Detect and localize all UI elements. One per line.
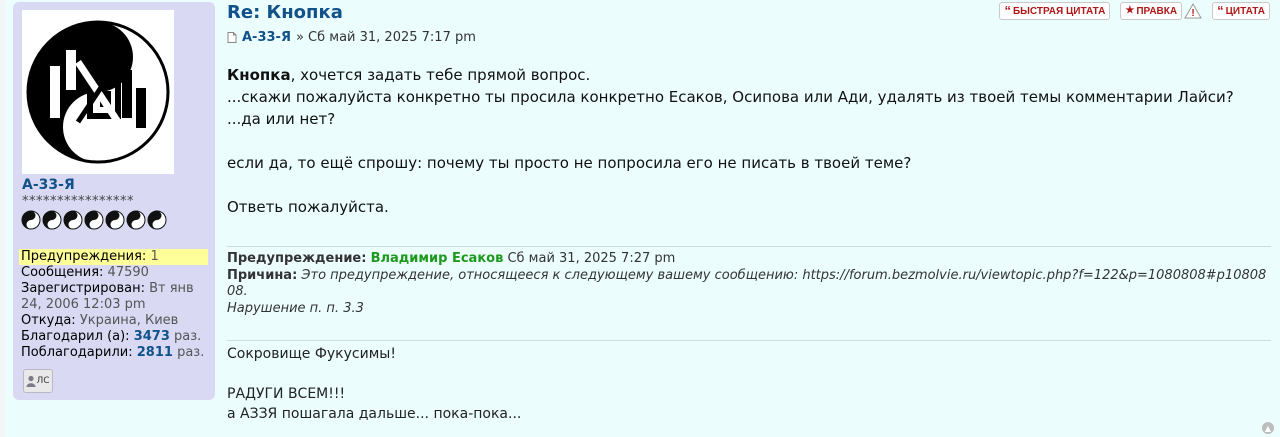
messages-value[interactable]: 47590 <box>108 265 149 280</box>
pm-label: ЛС <box>36 376 50 386</box>
post-content: Кнопка, хочется задать тебе прямой вопро… <box>227 64 1267 218</box>
yin-yang-icon <box>147 210 167 230</box>
avatar-image <box>22 10 174 174</box>
edit-button[interactable]: ★ ПРАВКА <box>1120 2 1183 20</box>
yin-yang-icon <box>63 210 83 230</box>
post-meta: А-33-Я » Сб май 31, 2025 7:17 pm <box>227 30 476 45</box>
signature-divider <box>227 340 1271 341</box>
profile-registered: Зарегистрирован: Вт янв 24, 2006 12:03 p… <box>21 281 211 313</box>
back-to-top-icon[interactable]: ▲ <box>1262 422 1274 434</box>
registered-label: Зарегистрирован: <box>21 281 145 296</box>
thanked-value[interactable]: 3473 <box>134 329 170 344</box>
profile-thanked: Благодарил (а): 3473 раз. <box>21 329 211 345</box>
yin-yang-icon <box>126 210 146 230</box>
yin-yang-icon <box>42 210 62 230</box>
quote-button[interactable]: “ ЦИТАТА <box>1212 2 1270 20</box>
messages-label: Сообщения: <box>21 265 104 280</box>
rank-icons <box>21 210 168 232</box>
quote-label: ЦИТАТА <box>1225 5 1265 17</box>
post-title[interactable]: Re: Кнопка <box>227 2 343 23</box>
post-author[interactable]: А-33-Я <box>242 30 291 45</box>
yin-yang-icon <box>105 210 125 230</box>
edit-label: ПРАВКА <box>1136 5 1178 17</box>
thanked-by-label: Поблагодарили: <box>21 345 133 360</box>
reason-label: Причина: <box>227 267 298 283</box>
thanked-suffix: раз. <box>174 329 202 344</box>
reason-text: Это предупреждение, относящееся к следую… <box>227 267 1267 300</box>
post-link-icon[interactable] <box>227 32 237 43</box>
content-line-1-rest: , хочется задать тебе прямой вопрос. <box>290 66 591 84</box>
thanked-by-suffix: раз. <box>177 345 205 360</box>
edit-group: ★ ПРАВКА ! <box>1120 2 1202 20</box>
warnings-value: 1 <box>150 249 159 264</box>
profile-from: Откуда: Украина, Киев <box>21 313 211 329</box>
content-line-1: Кнопка, хочется задать тебе прямой вопро… <box>227 64 1267 86</box>
content-line-2: ...скажи пожалуйста конкретно ты просила… <box>227 88 1234 106</box>
signature-line-2: РАДУГИ ВСЕМ!!! <box>227 386 346 402</box>
warning-reason: Причина: Это предупреждение, относящееся… <box>227 268 1267 301</box>
yin-yang-icon <box>84 210 104 230</box>
star-icon: ★ <box>1125 5 1135 16</box>
signature: Сокровище Фукусимы! РАДУГИ ВСЕМ!!! а АЗЗ… <box>227 344 1267 424</box>
svg-text:!: ! <box>1191 8 1194 19</box>
warning-label: Предупреждение: <box>227 251 367 266</box>
profile-thanked-by: Поблагодарили: 2811 раз. <box>21 345 211 361</box>
quick-quote-label: БЫСТРАЯ ЦИТАТА <box>1012 5 1106 17</box>
warning-violation: Нарушение п. п. 3.3 <box>227 300 364 316</box>
user-icon <box>26 375 36 387</box>
post-container: А-33-Я **************** Предупреждения: … <box>6 0 1280 437</box>
addressee-name: Кнопка <box>227 66 291 84</box>
content-line-3: ...да или нет? <box>227 110 336 128</box>
profile-info: Предупреждения: 1 Сообщения: 47590 Зарег… <box>19 249 211 361</box>
from-label: Откуда: <box>21 313 76 328</box>
rank-stars: **************** <box>22 194 134 209</box>
from-value: Украина, Киев <box>79 313 179 328</box>
profile-messages: Сообщения: 47590 <box>21 265 211 281</box>
thanked-by-value[interactable]: 2811 <box>137 345 173 360</box>
quote-mark-icon: “ <box>1004 3 1011 18</box>
thanked-label: Благодарил (а): <box>21 329 130 344</box>
yin-yang-icon <box>21 210 41 230</box>
profile-username[interactable]: А-33-Я <box>22 177 75 193</box>
moderator-warning: Предупреждение: Владимир Есаков Сб май 3… <box>227 251 1267 317</box>
report-warning-icon[interactable]: ! <box>1184 3 1202 19</box>
content-line-4: если да, то ещё спрошу: почему ты просто… <box>227 154 912 172</box>
pm-button[interactable]: ЛС <box>23 369 53 393</box>
profile-warnings: Предупреждения: 1 <box>19 249 208 265</box>
post-profile: А-33-Я **************** Предупреждения: … <box>13 2 215 400</box>
warnings-label: Предупреждения: <box>21 249 147 264</box>
signature-line-1: Сокровище Фукусимы! <box>227 346 396 362</box>
avatar[interactable] <box>22 10 174 174</box>
quick-quote-button[interactable]: “ БЫСТРАЯ ЦИТАТА <box>999 2 1111 20</box>
content-line-5: Ответь пожалуйста. <box>227 198 389 216</box>
post-buttons: “ БЫСТРАЯ ЦИТАТА ★ ПРАВКА ! “ ЦИТАТА <box>999 2 1270 20</box>
post-date: » Сб май 31, 2025 7:17 pm <box>295 30 476 45</box>
quote-mark-icon: “ <box>1217 3 1224 18</box>
warning-date: Сб май 31, 2025 7:27 pm <box>507 251 676 266</box>
signature-line-3: а АЗЗЯ пошагала дальше... пока-пока... <box>227 406 522 422</box>
warning-moderator[interactable]: Владимир Есаков <box>371 251 504 266</box>
warning-divider <box>227 246 1271 247</box>
warning-header: Предупреждение: Владимир Есаков Сб май 3… <box>227 251 1267 268</box>
